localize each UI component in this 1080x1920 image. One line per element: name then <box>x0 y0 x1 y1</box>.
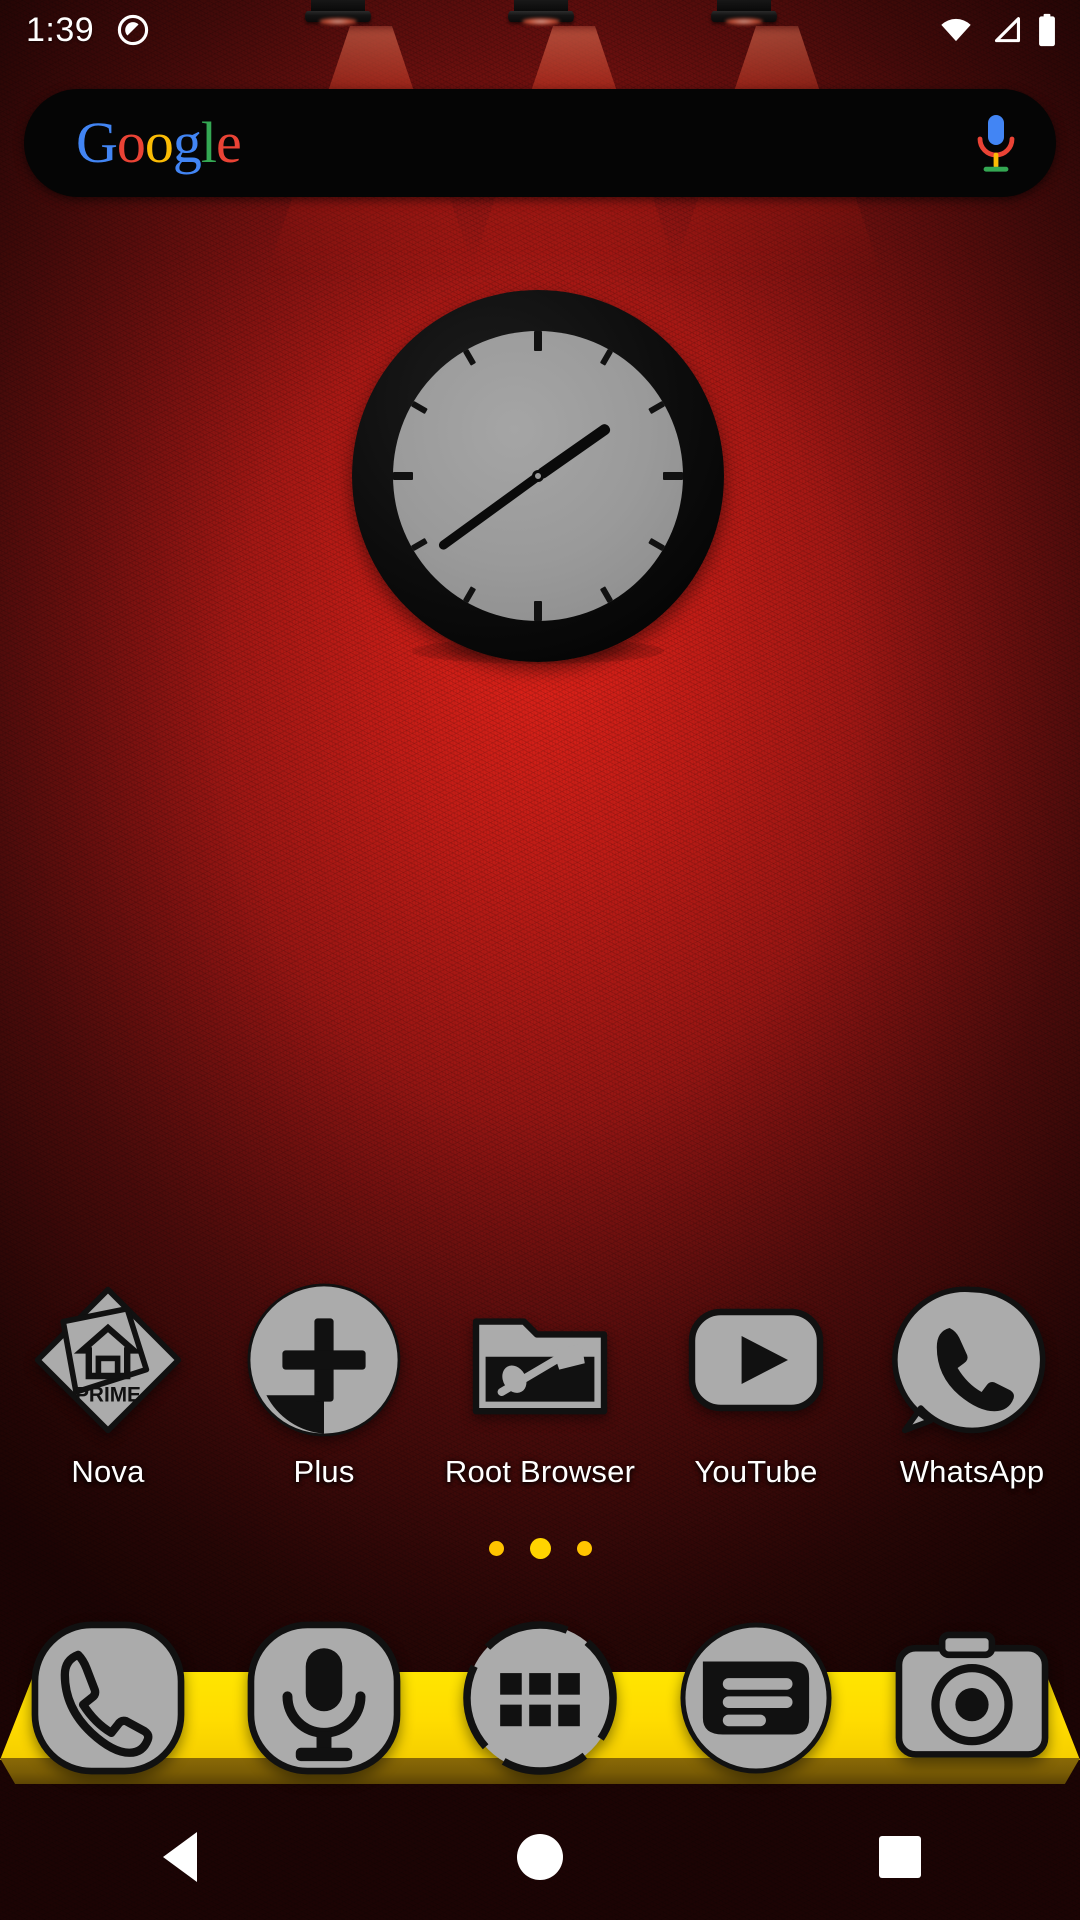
clock-hour-hand <box>534 422 612 481</box>
google-logo: G o o g l e <box>76 110 242 175</box>
phone-handset-icon[interactable] <box>25 1615 191 1781</box>
clock-minute-hand <box>436 472 541 552</box>
app-shortcut-whatsapp[interactable]: WhatsApp <box>864 1280 1080 1490</box>
google-logo-letter: o <box>144 110 174 175</box>
battery-icon <box>1039 13 1055 47</box>
nav-home-button[interactable] <box>360 1834 720 1880</box>
youtube-play-icon[interactable] <box>676 1280 836 1440</box>
root-browser-folder-icon[interactable] <box>460 1280 620 1440</box>
clock-tick <box>599 586 614 604</box>
dock <box>0 1615 1080 1795</box>
nova-launcher-prime-icon[interactable]: PRIME <box>28 1280 188 1440</box>
nav-back-button[interactable] <box>0 1832 360 1882</box>
app-label-plus: Plus <box>293 1454 355 1489</box>
clock-tick <box>393 472 413 480</box>
plus-add-icon[interactable] <box>244 1280 404 1440</box>
google-logo-letter: o <box>116 110 146 175</box>
dock-item-app-drawer[interactable] <box>432 1615 648 1781</box>
nav-recents-button[interactable] <box>720 1836 1080 1878</box>
dock-item-messages[interactable] <box>648 1615 864 1781</box>
app-drawer-grid-icon[interactable] <box>457 1615 623 1781</box>
page-dot-3[interactable] <box>576 1541 592 1556</box>
clock-center-hub <box>532 470 544 482</box>
home-circle-icon[interactable] <box>517 1834 563 1880</box>
analog-clock-widget[interactable] <box>352 290 724 664</box>
google-search-bar[interactable]: G o o g l e <box>24 89 1056 197</box>
clock-tick <box>648 537 666 552</box>
page-dot-2-active[interactable] <box>529 1538 551 1559</box>
status-bar-right <box>938 13 1058 47</box>
dock-item-camera[interactable] <box>864 1615 1080 1781</box>
app-label-whatsapp: WhatsApp <box>899 1454 1045 1489</box>
google-logo-letter: e <box>216 110 242 175</box>
dock-item-phone[interactable] <box>0 1615 216 1781</box>
clock-tick <box>534 601 542 621</box>
messages-bubble-icon[interactable] <box>673 1615 839 1781</box>
clock-tick <box>534 331 542 351</box>
clock-tick <box>663 472 683 480</box>
status-bar-left: 1:39 <box>26 11 150 50</box>
clock-tick <box>462 348 477 366</box>
app-shortcut-nova[interactable]: PRIME Nova <box>0 1280 216 1490</box>
google-logo-letter: l <box>200 110 217 175</box>
app-shortcut-root-browser[interactable]: Root Browser <box>432 1280 648 1490</box>
clock-face <box>393 331 683 621</box>
app-row: PRIME Nova Plus Root Browser YouTube Wha… <box>0 1280 1080 1490</box>
dock-item-voice-search[interactable] <box>216 1615 432 1781</box>
clock-tick <box>410 537 428 552</box>
google-logo-letter: G <box>76 110 118 175</box>
app-label-root-browser: Root Browser <box>444 1454 636 1489</box>
clock-tick <box>599 348 614 366</box>
app-label-nova: Nova <box>71 1454 145 1489</box>
clock-tick <box>462 586 477 604</box>
status-bar: 1:39 <box>0 0 1080 60</box>
navigation-bar <box>0 1794 1080 1920</box>
app-shortcut-youtube[interactable]: YouTube <box>648 1280 864 1490</box>
whatsapp-phone-icon[interactable] <box>892 1280 1052 1440</box>
nova-prime-badge-text: PRIME <box>75 1384 141 1407</box>
wifi-icon <box>941 18 971 42</box>
page-dot-1[interactable] <box>488 1541 504 1556</box>
google-logo-letter: g <box>172 110 202 175</box>
microphone-icon[interactable] <box>241 1615 407 1781</box>
do-not-disturb-icon <box>118 14 149 46</box>
page-indicator[interactable] <box>0 1538 1080 1559</box>
app-shortcut-plus[interactable]: Plus <box>216 1280 432 1490</box>
microphone-icon[interactable] <box>970 112 1022 174</box>
clock-tick <box>648 400 666 415</box>
clock-tick <box>410 400 428 415</box>
recents-square-icon[interactable] <box>879 1836 921 1878</box>
app-label-youtube: YouTube <box>694 1454 818 1489</box>
status-bar-clock: 1:39 <box>26 10 95 49</box>
cellular-signal-icon <box>994 17 1021 43</box>
back-triangle-icon[interactable] <box>163 1832 197 1882</box>
camera-icon[interactable] <box>889 1615 1055 1781</box>
